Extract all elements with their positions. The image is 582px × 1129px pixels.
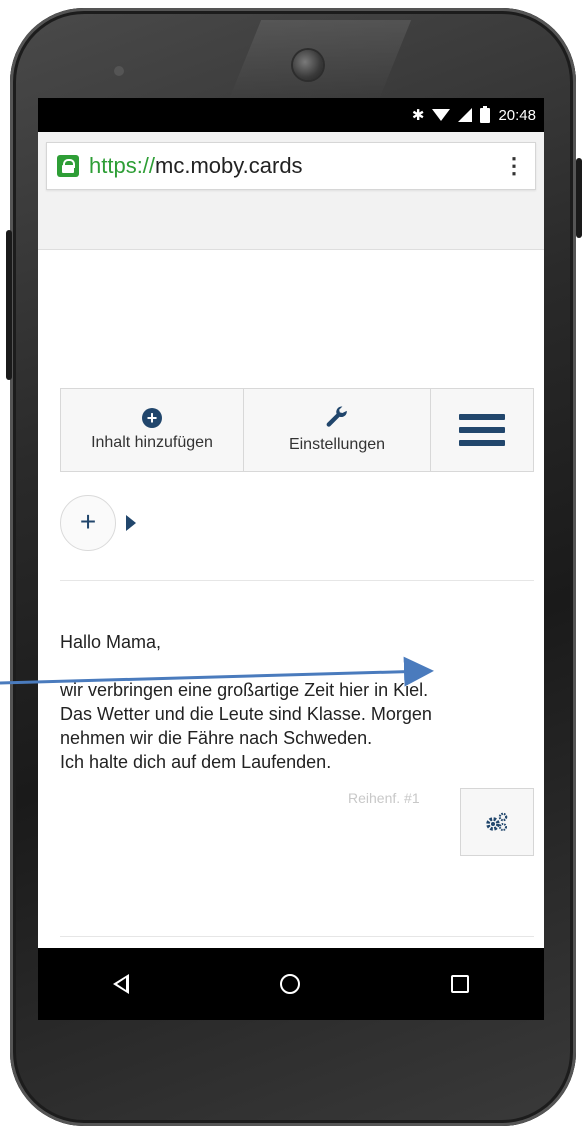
editor-toolbar: + Inhalt hinzufügen Einstellungen xyxy=(60,388,534,472)
browser-chrome: https://mc.moby.cards ⋮ xyxy=(38,132,544,250)
hamburger-icon xyxy=(459,414,505,446)
expand-arrow-icon[interactable] xyxy=(126,515,136,531)
wrench-icon xyxy=(326,406,347,427)
gears-icon xyxy=(486,812,508,831)
volume-button xyxy=(6,230,12,380)
settings-label: Einstellungen xyxy=(288,436,386,453)
wifi-icon xyxy=(432,109,451,121)
add-content-label: Inhalt hinzufügen xyxy=(91,434,213,451)
android-navbar xyxy=(38,948,544,1020)
back-triangle-icon[interactable] xyxy=(113,974,130,994)
home-circle-icon[interactable] xyxy=(279,974,300,994)
divider xyxy=(60,580,534,581)
message-line: wir verbringen eine großartige Zeit hier… xyxy=(60,680,429,700)
url-scheme: https:// xyxy=(89,153,156,178)
message-text: Hallo Mama, wir verbringen eine großarti… xyxy=(60,630,534,774)
add-block-button-top[interactable]: + xyxy=(60,495,116,551)
screen: ✱ 20:48 https://mc.moby.cards ⋮ + Inhalt… xyxy=(38,98,544,1020)
url-text[interactable]: https://mc.moby.cards xyxy=(89,153,493,179)
url-host: mc.moby.cards xyxy=(155,153,303,178)
message-line: nehmen wir die Fähre nach Schweden. xyxy=(60,728,373,748)
url-bar[interactable]: https://mc.moby.cards ⋮ xyxy=(46,142,536,190)
signal-icon xyxy=(458,108,473,122)
recent-apps-icon[interactable] xyxy=(450,975,469,993)
menu-button[interactable] xyxy=(431,389,533,471)
message-line: Ich halte dich auf dem Laufenden. xyxy=(60,752,332,772)
add-content-button[interactable]: + Inhalt hinzufügen xyxy=(61,389,244,471)
lock-icon xyxy=(57,155,79,177)
message-line: Das Wetter und die Leute sind Klasse. Mo… xyxy=(60,704,432,724)
bluetooth-icon: ✱ xyxy=(411,107,425,124)
status-bar: ✱ 20:48 xyxy=(38,98,544,132)
battery-icon xyxy=(480,105,491,123)
divider xyxy=(60,936,534,937)
status-time: 20:48 xyxy=(498,106,536,124)
speaker-icon xyxy=(114,66,124,76)
block-settings-button[interactable] xyxy=(460,788,534,856)
plus-circle-icon: + xyxy=(142,408,162,428)
settings-button[interactable]: Einstellungen xyxy=(244,389,431,471)
camera-icon xyxy=(293,50,323,80)
kebab-menu-icon[interactable]: ⋮ xyxy=(503,155,525,177)
greeting: Hallo Mama, xyxy=(60,632,162,652)
power-button xyxy=(576,158,582,238)
order-label: Reihenf. #1 xyxy=(348,790,420,806)
